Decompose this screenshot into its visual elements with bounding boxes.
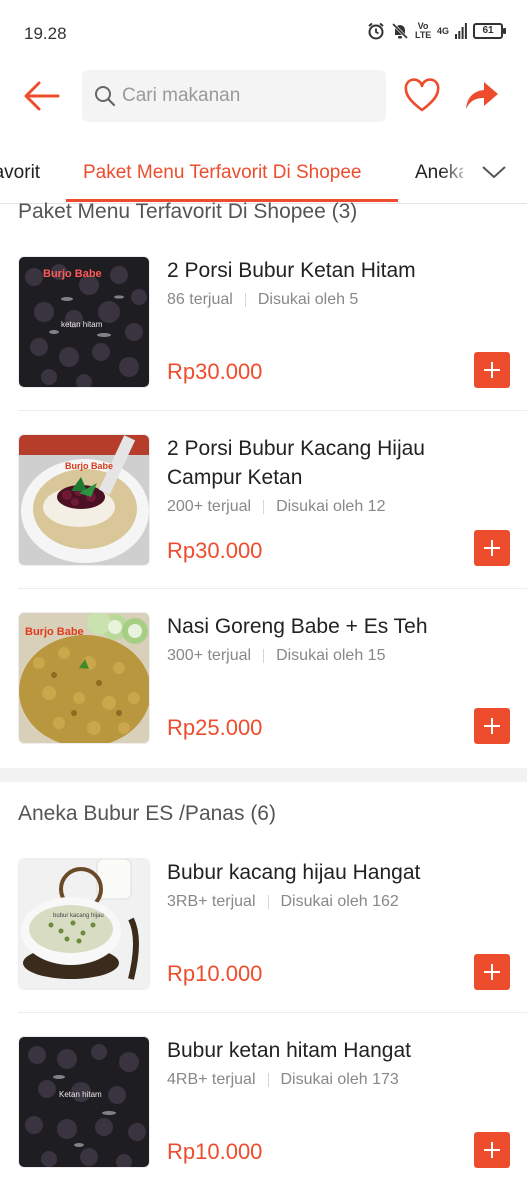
product-image: Burjo Babe ketan hitam (18, 256, 150, 388)
alarm-icon (367, 22, 385, 40)
item-name: Bubur kacang hijau Hangat (167, 861, 421, 884)
item-meta: 86 terjual Disukai oleh 5 (167, 291, 358, 309)
bell-off-icon (391, 22, 409, 40)
arrow-left-icon (24, 81, 60, 111)
item-price: Rp10.000 (167, 961, 263, 986)
sold-count: 300+ terjual (167, 647, 252, 664)
product-image: Ketan hitam (18, 1036, 150, 1168)
sold-count: 4RB+ terjual (167, 1071, 256, 1088)
meta-separator (244, 293, 246, 307)
item-divider (18, 1012, 527, 1013)
item-price: Rp30.000 (167, 359, 263, 384)
category-tabs: Favorit Paket Menu Terfavorit Di Shopee … (0, 140, 527, 204)
image-caption: bubur kacang hijau (53, 913, 104, 919)
add-to-cart-button[interactable] (474, 954, 510, 990)
share-button[interactable] (462, 78, 502, 114)
like-count: Disukai oleh 173 (280, 1071, 399, 1088)
tab-favorit[interactable]: Favorit (0, 162, 40, 184)
sold-count: 3RB+ terjual (167, 893, 256, 910)
image-caption: Ketan hitam (59, 1090, 102, 1099)
add-to-cart-button[interactable] (474, 530, 510, 566)
section-title-paket-menu: Paket Menu Terfavorit Di Shopee (3) (18, 200, 358, 223)
like-count: Disukai oleh 15 (276, 647, 386, 664)
image-caption: Burjo Babe (25, 626, 84, 638)
sold-count: 200+ terjual (167, 498, 252, 515)
item-divider (18, 588, 527, 589)
status-bar: 19.28 Vo LTE 4G 61 (0, 0, 527, 64)
item-meta: 200+ terjual Disukai oleh 12 (167, 498, 385, 516)
like-count: Disukai oleh 162 (280, 893, 399, 910)
search-input[interactable] (122, 70, 372, 122)
item-meta: 300+ terjual Disukai oleh 15 (167, 647, 385, 665)
status-icons: Vo LTE 4G 61 (367, 21, 506, 40)
menu-item[interactable]: Burjo Babe ketan hitam 2 Porsi Bubur Ket… (0, 234, 527, 412)
meta-separator (263, 649, 265, 663)
section-divider (0, 768, 527, 782)
add-to-cart-button[interactable] (474, 1132, 510, 1168)
tab-paket-menu[interactable]: Paket Menu Terfavorit Di Shopee (83, 162, 361, 184)
add-to-cart-button[interactable] (474, 708, 510, 744)
header (0, 64, 527, 130)
heart-icon (404, 78, 440, 112)
item-price: Rp30.000 (167, 538, 263, 563)
meta-separator (267, 1073, 269, 1087)
menu-item[interactable]: Ketan hitam Bubur ketan hitam Hangat 4RB… (0, 1014, 527, 1192)
item-name: 2 Porsi Bubur Kacang Hijau Campur Ketan (167, 437, 425, 489)
item-divider (18, 410, 527, 411)
item-meta: 3RB+ terjual Disukai oleh 162 (167, 893, 399, 911)
menu-item[interactable]: Burjo Babe 2 Porsi Bubur Kacang Hijau Ca… (0, 412, 527, 590)
back-button[interactable] (22, 78, 62, 114)
item-name: Nasi Goreng Babe + Es Teh (167, 615, 428, 638)
status-time: 19.28 (24, 24, 67, 43)
meta-separator (263, 500, 265, 514)
image-sub-caption: ketan hitam (61, 320, 103, 329)
item-price: Rp10.000 (167, 1139, 263, 1164)
signal-icon (455, 23, 467, 39)
product-image: Burjo Babe (18, 434, 150, 566)
product-image: bubur kacang hijau (18, 858, 150, 990)
favorite-button[interactable] (402, 78, 442, 114)
product-image: Burjo Babe (18, 612, 150, 744)
share-icon (466, 82, 498, 109)
image-caption: Burjo Babe (43, 268, 102, 280)
add-to-cart-button[interactable] (474, 352, 510, 388)
chevron-down-icon (482, 166, 506, 178)
item-name: Bubur ketan hitam Hangat (167, 1039, 411, 1062)
like-count: Disukai oleh 5 (257, 291, 359, 308)
item-price: Rp25.000 (167, 715, 263, 740)
like-count: Disukai oleh 12 (276, 498, 386, 515)
search-bar[interactable] (82, 70, 386, 122)
item-meta: 4RB+ terjual Disukai oleh 173 (167, 1071, 399, 1089)
more-categories-button[interactable] (480, 160, 508, 184)
search-icon (94, 85, 116, 112)
battery-icon: 61 (473, 23, 506, 39)
menu-item[interactable]: Burjo Babe Nasi Goreng Babe + Es Teh 300… (0, 590, 527, 768)
network-type: 4G (436, 25, 449, 36)
volte-indicator: Vo LTE (414, 21, 432, 40)
section-title-aneka-bubur: Aneka Bubur ES /Panas (6) (18, 802, 276, 825)
menu-item[interactable]: bubur kacang hijau Bubur kacang hijau Ha… (0, 836, 527, 1014)
sold-count: 86 terjual (167, 291, 233, 308)
item-name: 2 Porsi Bubur Ketan Hitam (167, 259, 416, 282)
image-caption: Burjo Babe (65, 461, 113, 471)
meta-separator (267, 895, 269, 909)
